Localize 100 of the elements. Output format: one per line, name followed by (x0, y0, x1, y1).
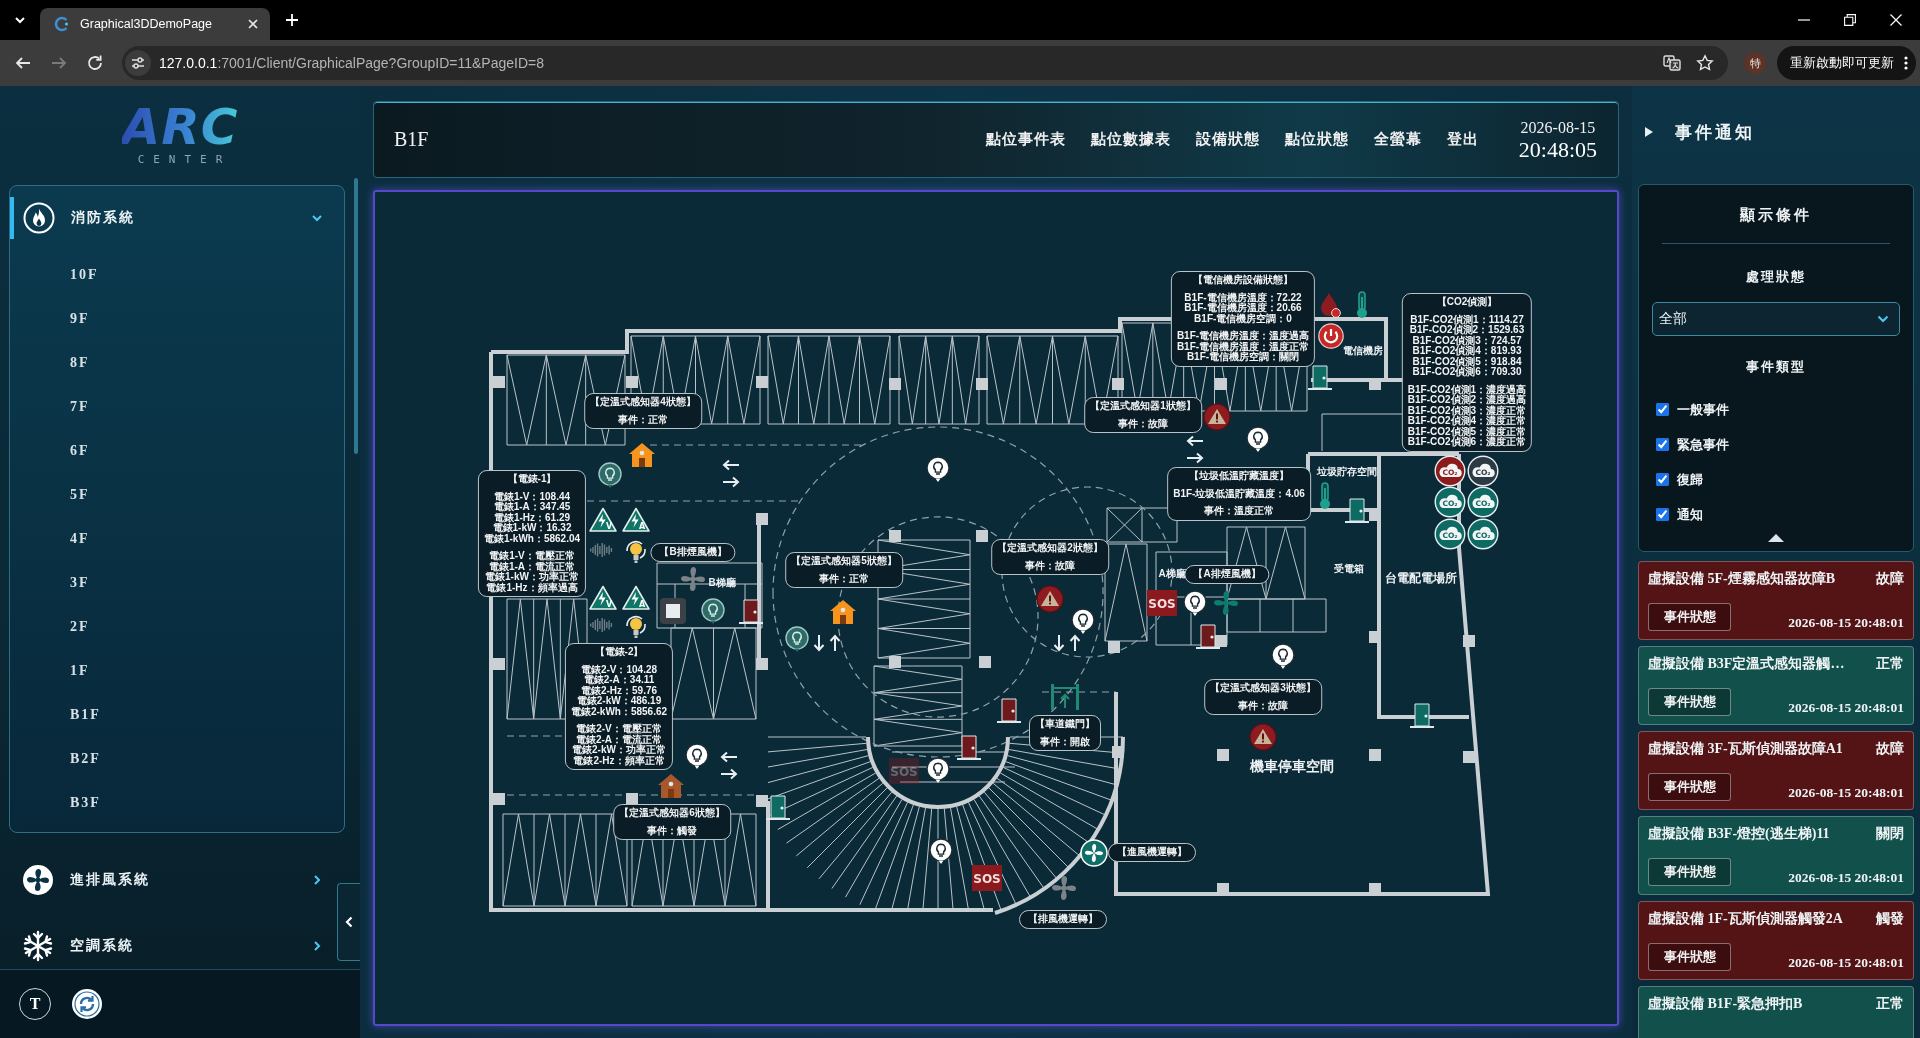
floor-item[interactable]: 4F (10, 517, 344, 561)
event-status: 故障 (1876, 570, 1904, 588)
snowflake-icon (22, 930, 54, 962)
checkbox[interactable] (1656, 403, 1669, 416)
reading-text: 電錶2-A：34.11 (583, 675, 656, 686)
url-text: 127.0.0.1:7001/Client/GraphicalPage?GroupID=11&PageID=8 (159, 55, 544, 71)
fan-icon (22, 864, 54, 896)
area-label: B梯廳 (708, 576, 736, 588)
reading-text: 電錶1-V：108.44 (492, 491, 572, 502)
reading-text: 事件：故障 (1237, 700, 1289, 711)
collapse-triangle-icon[interactable] (1768, 534, 1784, 542)
event-card[interactable]: 虛擬設備 B3F定溫式感知器觸… 正常 事件狀態 2026-08-15 20:48:01 (1638, 646, 1914, 725)
event-status-button[interactable]: 事件狀態 (1648, 603, 1731, 631)
reading-text: 事件：正常 (617, 414, 669, 425)
checkbox[interactable] (1656, 438, 1669, 451)
nav-link[interactable]: 登出 (1446, 130, 1479, 149)
event-status-button[interactable]: 事件狀態 (1648, 773, 1731, 801)
floor-item[interactable]: 5F (10, 473, 344, 517)
card-title: 【定溫式感知器6狀態】 (619, 808, 725, 819)
floor-item[interactable]: B1F (10, 693, 344, 737)
floor-item[interactable]: 6F (10, 429, 344, 473)
down-arrow-icon (813, 634, 825, 652)
event-card[interactable]: 虛擬設備 3F-瓦斯偵測器故障A1 故障 事件狀態 2026-08-15 20:48:01 (1638, 731, 1914, 810)
status-dropdown[interactable]: 全部 (1652, 302, 1900, 336)
left-arrow-icon (722, 459, 740, 471)
floor-item[interactable]: 10F (10, 253, 344, 297)
card-title: 【電信機房設備狀態】 (1192, 275, 1294, 286)
reading-text: 事件：故障 (1024, 560, 1076, 571)
reading-text: B1F-電信機房溫度：溫度正常 (1176, 341, 1310, 352)
event-card[interactable]: 虛擬設備 1F-瓦斯偵測器觸發2A 觸發 事件狀態 2026-08-15 20:48:01 (1638, 901, 1914, 980)
menu-group-button[interactable]: 進排風系統 (9, 861, 331, 899)
reading-text: B1F-電信機房溫度：72.22 (1183, 292, 1303, 303)
nav-link[interactable]: 點位狀態 (1284, 130, 1349, 149)
star-icon[interactable] (1696, 54, 1714, 72)
high-voltage-sign: V (589, 584, 617, 610)
reading-text: 事件：開啟 (1039, 736, 1091, 747)
field-label: 事件類型 (1745, 358, 1807, 376)
event-time: 2026-08-15 20:48:01 (1788, 870, 1904, 886)
reading-text: 電錶1-A：電流正常 (487, 561, 576, 572)
event-card[interactable]: 虛擬設備 B3F-燈控(逃生梯)11 關閉 事件狀態 2026-08-15 20:48:01 (1638, 816, 1914, 895)
floor-item[interactable]: 8F (10, 341, 344, 385)
browser-tab[interactable]: Graphical3DDemoPage (40, 8, 270, 40)
equipment-tag: 【B排煙風機】 (650, 543, 736, 562)
floor-item[interactable]: 1F (10, 649, 344, 693)
sos-sign: SOS (1147, 590, 1177, 616)
floor-item[interactable]: B3F (10, 781, 344, 825)
checkbox[interactable] (1656, 508, 1669, 521)
menu-group-button[interactable]: 消防系統 (10, 197, 344, 239)
floor-item[interactable]: 7F (10, 385, 344, 429)
translate-icon[interactable] (1663, 54, 1681, 72)
event-card[interactable]: 虛擬設備 5F-煙霧感知器故障B 故障 事件狀態 2026-08-15 20:48:01 (1638, 561, 1914, 640)
checkbox[interactable] (1656, 473, 1669, 486)
nav-link[interactable]: 全螢幕 (1373, 130, 1422, 149)
scrollbar[interactable] (354, 178, 358, 454)
site-settings-icon[interactable] (125, 50, 151, 76)
nav-link[interactable]: 點位數據表 (1090, 130, 1171, 149)
profile-avatar[interactable]: 特 (1744, 52, 1766, 74)
reading-text: 電錶2-Hz：頻率正常 (573, 755, 666, 766)
event-time: 2026-08-15 20:48:01 (1788, 615, 1904, 631)
more-menu-icon[interactable] (1904, 56, 1908, 70)
area-label: 台電配電場所 (1385, 572, 1457, 586)
floor-item[interactable]: 9F (10, 297, 344, 341)
new-tab-plus-icon[interactable] (285, 13, 299, 27)
menu-group-button[interactable]: 空調系統 (9, 927, 331, 965)
nav-link[interactable]: 設備狀態 (1195, 130, 1260, 149)
event-status: 觸發 (1876, 910, 1904, 928)
reading-text: 事件：觸發 (646, 825, 698, 836)
event-status-button[interactable]: 事件狀態 (1648, 858, 1731, 886)
filter-title: 顯示條件 (1739, 206, 1813, 225)
event-time: 2026-08-15 20:48:01 (1788, 955, 1904, 971)
refresh-icon[interactable] (71, 988, 103, 1020)
address-field[interactable]: 127.0.0.1:7001/Client/GraphicalPage?GroupID=11&PageID=8 (122, 46, 1728, 80)
event-status: 正常 (1876, 995, 1904, 1013)
reading-text: B1F-CO2偵測2：1529.63 (1408, 325, 1526, 335)
expand-triangle-icon[interactable] (1645, 127, 1653, 137)
collapse-sidebar-button[interactable] (337, 883, 360, 961)
reading-text: B1F-CO2偵測1：濃度過高 (1407, 384, 1527, 395)
area-label: 電信機房 (1343, 344, 1383, 356)
fan-icon (1080, 839, 1108, 867)
close-icon[interactable] (1890, 14, 1902, 26)
checkbox-label: 復歸 (1677, 470, 1703, 489)
restore-icon[interactable] (1844, 14, 1856, 26)
reload-icon[interactable] (86, 54, 104, 72)
ring-icon (54, 16, 70, 32)
reading-text: B1F-電信機房空調：關閉 (1185, 352, 1300, 363)
right-arrow-icon (720, 768, 738, 780)
event-status-button[interactable]: 事件狀態 (1648, 943, 1731, 971)
nav-link[interactable]: 點位事件表 (985, 130, 1066, 149)
update-button[interactable]: 重新啟動即可更新 (1777, 46, 1916, 80)
reading-text: 電錶2-kW：功率正常 (571, 745, 667, 755)
card-title: 【CO2偵測】 (1435, 297, 1499, 308)
clock-text: 20:48:05 (1518, 137, 1597, 162)
close-icon[interactable] (246, 17, 260, 31)
sos-sign: SOS (972, 865, 1002, 891)
event-status-button[interactable]: 事件狀態 (1648, 688, 1731, 716)
event-card[interactable]: 虛擬設備 B1F-緊急押扣B 正常 (1638, 986, 1914, 1038)
floor-item[interactable]: 3F (10, 561, 344, 605)
reading-text: 電錶1-Hz：61.29 (492, 512, 572, 523)
floor-item[interactable]: B2F (10, 737, 344, 781)
floor-item[interactable]: 2F (10, 605, 344, 649)
